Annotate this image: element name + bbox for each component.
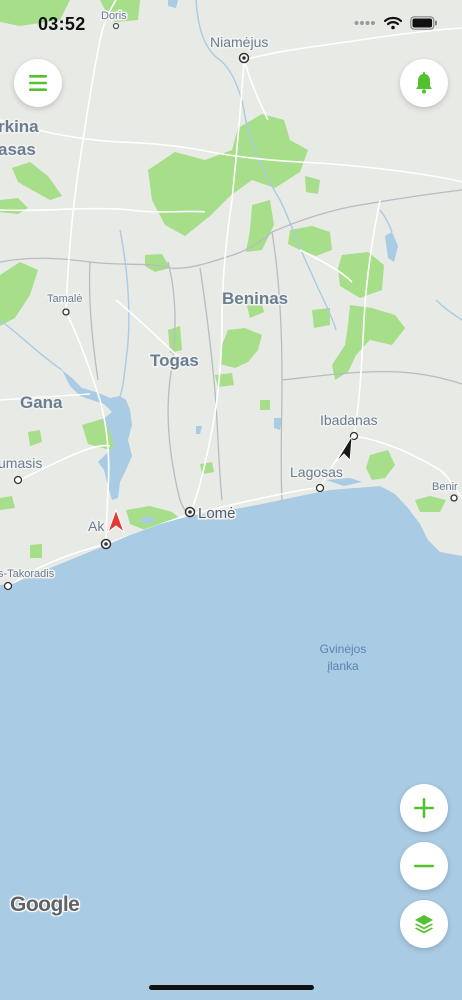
water-label-gulf-2: įlanka [327,659,359,673]
home-indicator [149,985,314,990]
menu-button[interactable] [14,59,62,107]
city-label-takoradis: s-Takoradis [0,568,55,580]
layers-button[interactable] [400,900,448,948]
status-bar: 03:52 [0,0,462,50]
water-label-gulf-1: Gvinėjos [320,642,367,656]
city-label-lome: Lomė [198,505,236,522]
status-time: 03:52 [38,14,86,34]
city-label-akra: Ak [88,518,105,534]
country-label-togas: Togas [150,351,199,370]
map-canvas[interactable]: rkina asas Gana Togas Beninas Doris Niam… [0,0,462,1000]
zoom-out-button[interactable] [400,842,448,890]
city-label-benin: Benir [432,481,458,493]
battery-icon [410,16,437,30]
notifications-button[interactable] [400,59,448,107]
wifi-icon [384,16,402,30]
gulf-of-guinea [0,486,462,1000]
country-label-burkina-b: asas [0,140,36,159]
layers-icon [415,915,433,934]
bell-icon [416,72,432,94]
google-logo: Google [10,893,80,916]
minus-icon [414,864,434,868]
status-icons [354,16,438,30]
city-label-ibadanas: Ibadanas [320,412,378,428]
country-label-gana: Gana [20,393,63,412]
city-label-lagosas: Lagosas [290,464,343,480]
country-label-beninas: Beninas [222,289,288,308]
country-label-burkina-a: rkina [0,117,39,136]
city-label-tamale: Tamalė [47,293,82,305]
city-label-kumasis: umasis [0,455,42,471]
hamburger-menu-icon [29,75,47,91]
cellular-signal-icon [354,21,375,25]
zoom-in-button[interactable] [400,784,448,832]
plus-icon [414,798,434,818]
